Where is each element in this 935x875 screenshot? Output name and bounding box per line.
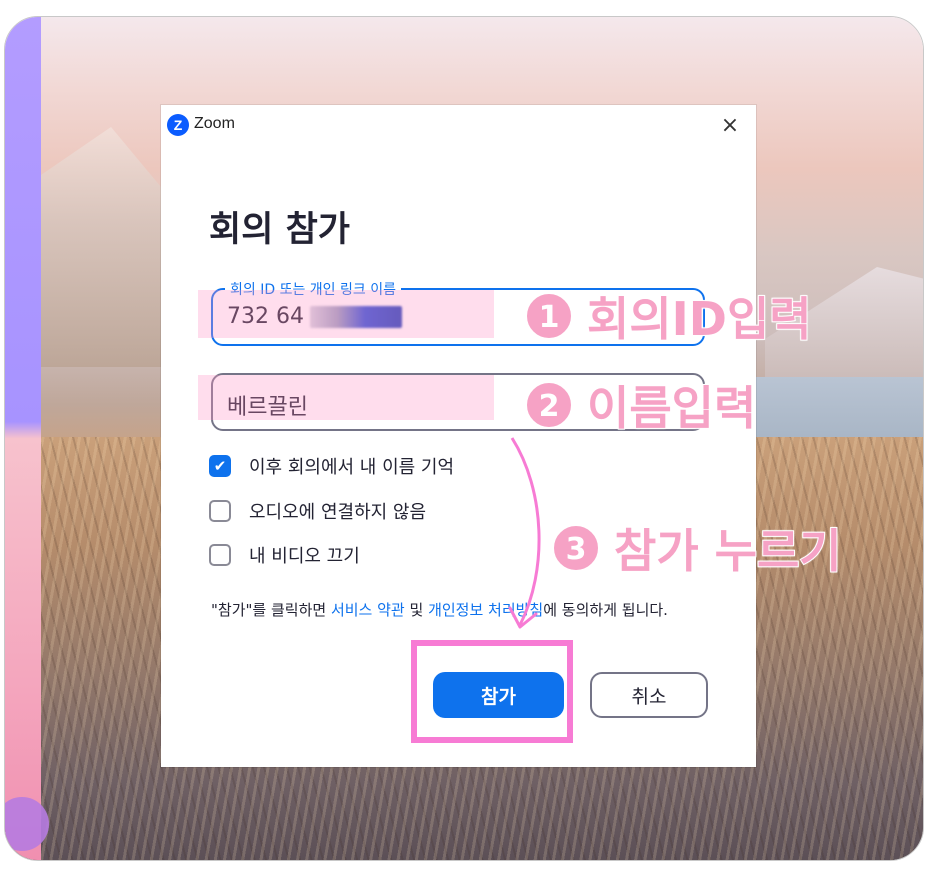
- terms-notice: "참가"를 클릭하면 서비스 약관 및 개인정보 처리방침에 동의하게 됩니다.: [211, 598, 711, 623]
- close-button[interactable]: ×: [717, 113, 743, 139]
- remember-name-label: 이후 회의에서 내 이름 기억: [249, 457, 455, 478]
- no-audio-checkbox[interactable]: [209, 500, 231, 522]
- title-bar: Z Zoom ×: [161, 105, 756, 145]
- step-1-text: 회의ID입력: [586, 291, 813, 347]
- terms-middle: 및: [404, 601, 429, 619]
- cancel-button[interactable]: 취소: [590, 672, 708, 718]
- video-off-checkbox[interactable]: [209, 544, 231, 566]
- no-audio-label: 오디오에 연결하지 않음: [249, 502, 427, 523]
- meeting-id-highlight: [198, 290, 494, 338]
- desktop-side-strip: [5, 17, 41, 860]
- video-off-label: 내 비디오 끄기: [249, 546, 360, 567]
- terms-suffix: 에 동의하게 됩니다.: [543, 601, 668, 619]
- step-3-text: 참가 누르기: [613, 523, 843, 579]
- annotation-step-3: 3 참가 누르기: [552, 515, 843, 581]
- video-off-option[interactable]: 내 비디오 끄기: [209, 542, 360, 568]
- annotation-step-1: 1 회의ID입력: [525, 283, 813, 349]
- remember-name-checkbox[interactable]: ✔: [209, 455, 231, 477]
- step-2-text: 이름입력: [586, 380, 757, 436]
- zoom-logo-icon: Z: [167, 114, 189, 136]
- step-1-badge: 1: [525, 292, 573, 340]
- curved-arrow-icon: [508, 437, 541, 629]
- checkmark-icon: ✔: [213, 456, 227, 475]
- dialog-heading: 회의 참가: [209, 210, 350, 250]
- terms-prefix: "참가"를 클릭하면: [211, 601, 331, 619]
- annotation-step-2: 2 이름입력: [525, 372, 757, 438]
- join-button-highlight: [411, 640, 573, 743]
- remember-name-option[interactable]: ✔ 이후 회의에서 내 이름 기억: [209, 453, 454, 479]
- no-audio-option[interactable]: 오디오에 연결하지 않음: [209, 498, 426, 524]
- name-highlight: [198, 375, 494, 420]
- app-title: Zoom: [194, 115, 235, 132]
- wallpaper-lake: [755, 377, 923, 437]
- terms-of-service-link[interactable]: 서비스 약관: [331, 601, 405, 619]
- step-2-badge: 2: [525, 381, 573, 429]
